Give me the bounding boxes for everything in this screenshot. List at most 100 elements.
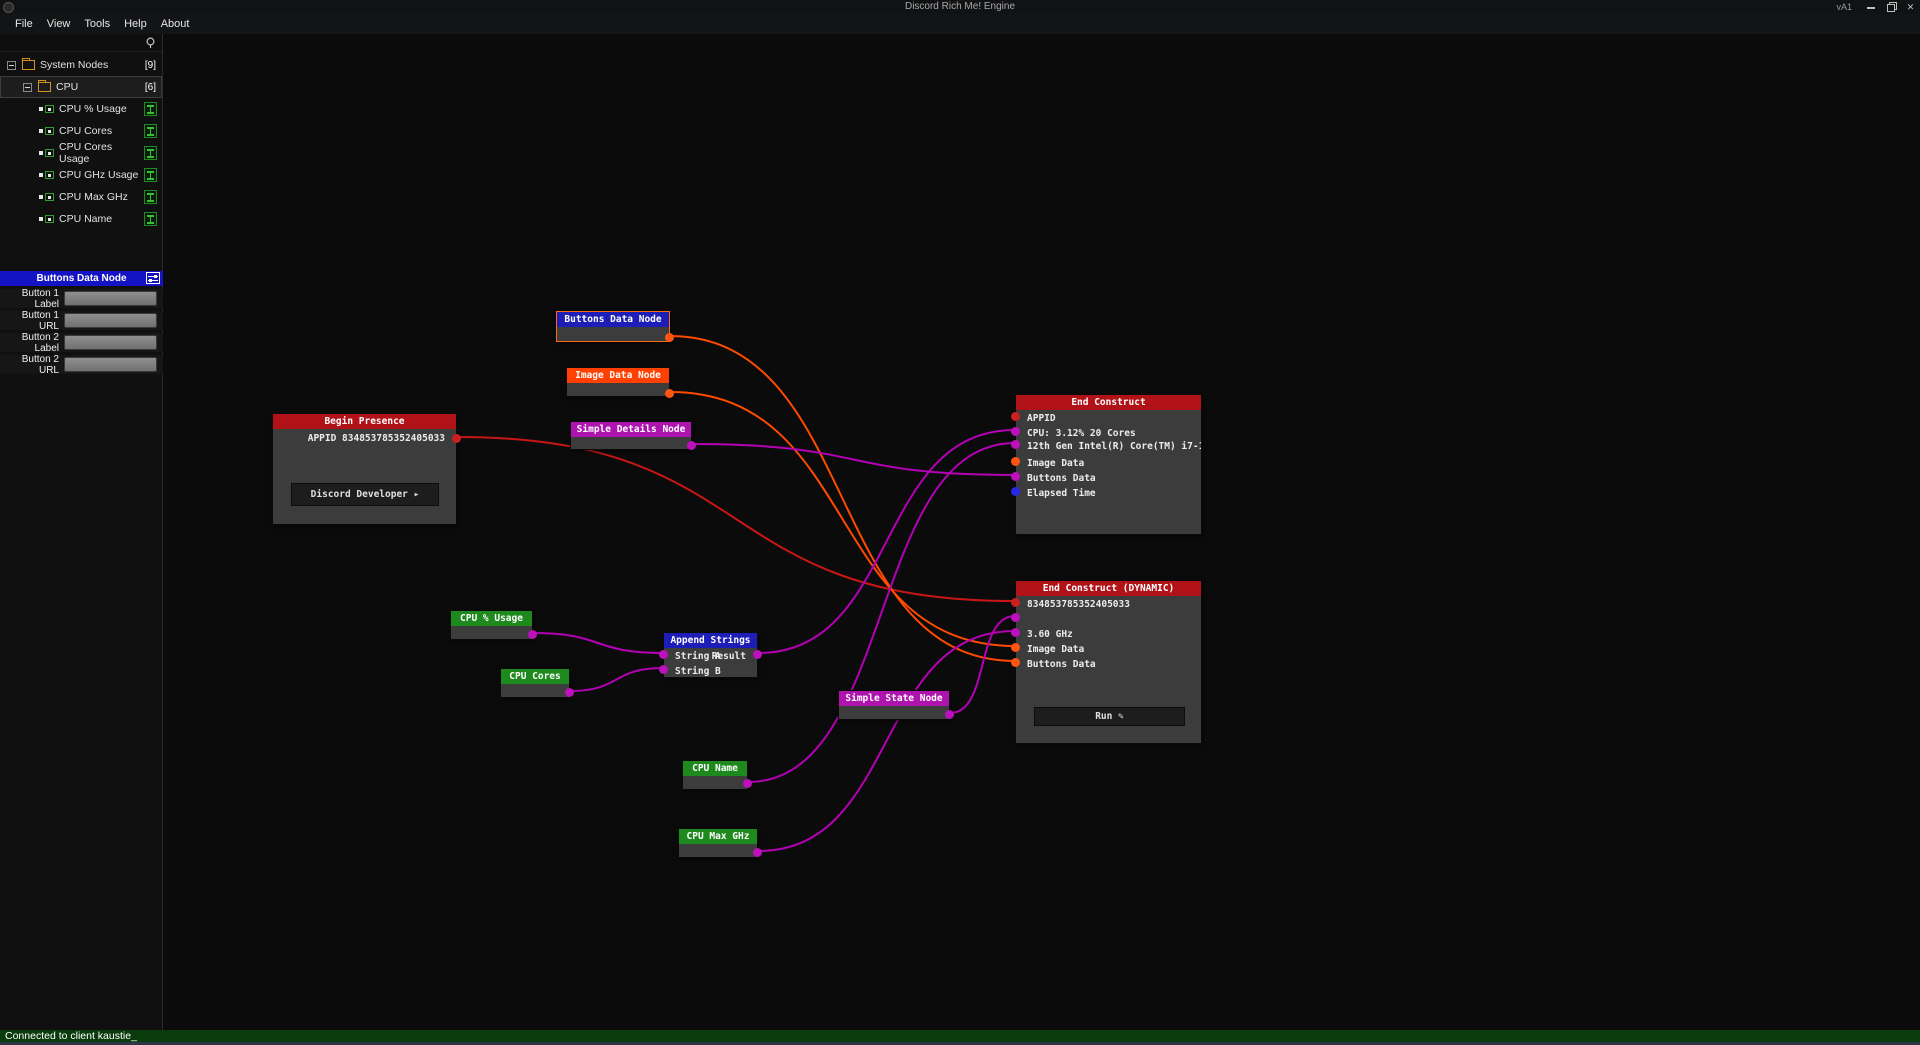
prop-input-button-2-url[interactable] bbox=[64, 357, 157, 372]
node-title-image-data-node[interactable]: Image Data Node bbox=[567, 368, 669, 383]
port-cpu-max-ghz-0[interactable] bbox=[753, 848, 762, 857]
restore-icon bbox=[1887, 2, 1895, 10]
hourglass-icon bbox=[144, 102, 157, 116]
menu-file[interactable]: File bbox=[8, 14, 40, 34]
port-append-strings-2[interactable] bbox=[659, 665, 668, 674]
port-end-construct-3[interactable] bbox=[1011, 457, 1020, 466]
node-title-cpu-pct-usage[interactable]: CPU % Usage bbox=[451, 611, 532, 626]
node-title-buttons-data-node[interactable]: Buttons Data Node bbox=[557, 312, 669, 327]
node-row-append-strings-1: String B bbox=[664, 665, 757, 678]
port-buttons-data-node-0[interactable] bbox=[665, 333, 674, 342]
tree-item-cpu[interactable]: CPU[6] bbox=[0, 76, 162, 98]
node-row-end-construct-2: 12th Gen Intel(R) Core(TM) i7-127 bbox=[1016, 440, 1201, 453]
node-title-end-construct-dynamic[interactable]: End Construct (DYNAMIC) bbox=[1016, 581, 1201, 596]
node-row-rtext-append-strings-0: Result bbox=[712, 650, 746, 663]
folder-icon bbox=[38, 82, 51, 92]
port-image-data-node-0[interactable] bbox=[665, 389, 674, 398]
node-title-cpu-max-ghz[interactable]: CPU Max GHz bbox=[679, 829, 757, 844]
tree-item-cpu-cores[interactable]: CPU Cores bbox=[0, 120, 162, 142]
node-title-append-strings[interactable]: Append Strings bbox=[664, 633, 757, 648]
port-append-strings-0[interactable] bbox=[659, 650, 668, 659]
node-title-begin-presence[interactable]: Begin Presence bbox=[273, 414, 456, 429]
properties-title: Buttons Data Node bbox=[0, 273, 163, 284]
node-row-end-construct-dynamic-2: 3.60 GHz bbox=[1016, 628, 1201, 641]
node-cpu-pct-usage[interactable]: CPU % Usage bbox=[450, 610, 533, 640]
node-row-end-construct-dynamic-3: Image Data bbox=[1016, 643, 1201, 656]
tree-item-cpu-usage[interactable]: CPU % Usage bbox=[0, 98, 162, 120]
port-end-construct-dynamic-3[interactable] bbox=[1011, 643, 1020, 652]
node-cpu-max-ghz[interactable]: CPU Max GHz bbox=[678, 828, 758, 858]
search-bar[interactable] bbox=[0, 34, 162, 52]
node-row-end-construct-dynamic-4: Buttons Data bbox=[1016, 658, 1201, 671]
node-title-simple-state-node[interactable]: Simple State Node bbox=[839, 691, 949, 706]
node-row-append-strings-0: String AResult bbox=[664, 650, 757, 663]
expand-toggle-icon[interactable] bbox=[23, 83, 32, 92]
tree-item-count: [9] bbox=[145, 60, 156, 71]
port-end-construct-dynamic-2[interactable] bbox=[1011, 628, 1020, 637]
node-end-construct-dynamic[interactable]: End Construct (DYNAMIC)83485378535240503… bbox=[1015, 580, 1202, 744]
prop-input-button-1-url[interactable] bbox=[64, 313, 157, 328]
port-end-construct-2[interactable] bbox=[1011, 440, 1020, 449]
prop-input-button-2-label[interactable] bbox=[64, 335, 157, 350]
close-icon: ✕ bbox=[1907, 2, 1915, 12]
node-title-simple-details-node[interactable]: Simple Details Node bbox=[571, 422, 691, 437]
restore-button[interactable] bbox=[1885, 2, 1896, 12]
prop-row-button-2-url: Button 2 URL bbox=[0, 355, 163, 374]
port-cpu-pct-usage-0[interactable] bbox=[528, 630, 537, 639]
tree-item-cpu-max-ghz[interactable]: CPU Max GHz bbox=[0, 186, 162, 208]
wire-cpu-max-ghz-to-dynamic-ghz bbox=[758, 631, 1015, 851]
tree-item-system-nodes[interactable]: System Nodes[9] bbox=[0, 54, 162, 76]
prop-row-button-2-label: Button 2 Label bbox=[0, 333, 163, 352]
port-simple-details-node-0[interactable] bbox=[687, 441, 696, 450]
minimize-button[interactable] bbox=[1865, 2, 1876, 12]
port-append-strings-1[interactable] bbox=[753, 650, 762, 659]
port-end-construct-dynamic-0[interactable] bbox=[1011, 598, 1020, 607]
node-cpu-cores[interactable]: CPU Cores bbox=[500, 668, 570, 698]
port-end-construct-dynamic-1[interactable] bbox=[1011, 613, 1020, 622]
wire-cpu-name-to-end-cpuname bbox=[748, 443, 1015, 782]
port-end-construct-5[interactable] bbox=[1011, 487, 1020, 496]
port-end-construct-dynamic-4[interactable] bbox=[1011, 658, 1020, 667]
node-begin-presence[interactable]: Begin PresenceAPPID 834853785352405033Di… bbox=[272, 413, 457, 525]
port-end-construct-1[interactable] bbox=[1011, 427, 1020, 436]
search-icon bbox=[145, 37, 156, 49]
folder-icon bbox=[22, 60, 35, 70]
port-end-construct-0[interactable] bbox=[1011, 412, 1020, 421]
port-simple-state-node-0[interactable] bbox=[945, 710, 954, 719]
node-button-end-construct-dynamic-0[interactable]: Run ✎ bbox=[1034, 707, 1185, 726]
node-leaf-icon bbox=[39, 127, 54, 135]
menu-view[interactable]: View bbox=[40, 14, 78, 34]
wire-cpu-cores-to-append-b bbox=[570, 668, 663, 691]
menu-tools[interactable]: Tools bbox=[77, 14, 117, 34]
node-canvas[interactable]: Buttons Data Node Image Data Node Begin Pr… bbox=[0, 0, 1920, 1045]
port-cpu-name-0[interactable] bbox=[743, 779, 752, 788]
node-append-strings[interactable]: Append Strings String AResult String B bbox=[663, 632, 758, 678]
node-simple-state-node[interactable]: Simple State Node bbox=[838, 690, 950, 720]
titlebar: Discord Rich Me! Engine vA1 ✕ bbox=[0, 0, 1920, 14]
port-begin-presence-0[interactable] bbox=[452, 434, 461, 443]
node-button-begin-presence-0[interactable]: Discord Developer ▸ bbox=[291, 483, 439, 506]
expand-toggle-icon[interactable] bbox=[7, 61, 16, 70]
node-image-data-node[interactable]: Image Data Node bbox=[566, 367, 670, 397]
hourglass-icon bbox=[144, 168, 157, 182]
port-end-construct-4[interactable] bbox=[1011, 472, 1020, 481]
node-title-end-construct[interactable]: End Construct bbox=[1016, 395, 1201, 410]
node-simple-details-node[interactable]: Simple Details Node bbox=[570, 421, 692, 450]
tree-item-cpu-ghz-usage[interactable]: CPU GHz Usage bbox=[0, 164, 162, 186]
tree-item-label: CPU Name bbox=[59, 213, 112, 225]
menu-help[interactable]: Help bbox=[117, 14, 154, 34]
node-row-end-construct-3: Image Data bbox=[1016, 457, 1201, 470]
node-cpu-name[interactable]: CPU Name bbox=[682, 760, 748, 790]
menu-about[interactable]: About bbox=[154, 14, 197, 34]
sliders-icon[interactable] bbox=[146, 272, 160, 284]
node-title-cpu-cores[interactable]: CPU Cores bbox=[501, 669, 569, 684]
node-buttons-data-node[interactable]: Buttons Data Node bbox=[556, 311, 670, 342]
minimize-icon bbox=[1867, 7, 1875, 9]
tree-item-cpu-name[interactable]: CPU Name bbox=[0, 208, 162, 230]
node-title-cpu-name[interactable]: CPU Name bbox=[683, 761, 747, 776]
tree-item-cpu-cores-usage[interactable]: CPU Cores Usage bbox=[0, 142, 162, 164]
port-cpu-cores-0[interactable] bbox=[565, 688, 574, 697]
close-button[interactable]: ✕ bbox=[1905, 2, 1916, 12]
node-end-construct[interactable]: End ConstructAPPIDCPU: 3.12% 20 Cores12t… bbox=[1015, 394, 1202, 535]
prop-input-button-1-label[interactable] bbox=[64, 291, 157, 306]
